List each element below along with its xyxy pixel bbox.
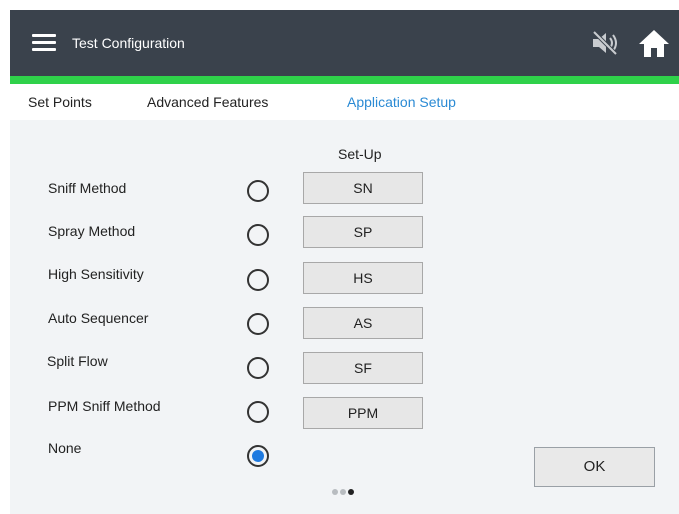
radio-spray-method[interactable] <box>247 224 269 246</box>
radio-ppm-sniff-method[interactable] <box>247 401 269 423</box>
radio-selected-dot <box>252 450 264 462</box>
page-dot <box>332 489 338 495</box>
spray-method-button[interactable]: SP <box>303 216 423 248</box>
option-label-sniff-method: Sniff Method <box>48 180 127 196</box>
high-sensitivity-button[interactable]: HS <box>303 262 423 294</box>
radio-auto-sequencer[interactable] <box>247 313 269 335</box>
page-dot <box>340 489 346 495</box>
hamburger-menu-icon[interactable] <box>32 34 56 52</box>
option-label-spray-method: Spray Method <box>48 223 136 239</box>
option-label-auto-sequencer: Auto Sequencer <box>48 310 149 326</box>
option-label-ppm-sniff-method: PPM Sniff Method <box>48 398 161 414</box>
option-label-split-flow: Split Flow <box>47 353 108 369</box>
radio-split-flow[interactable] <box>247 357 269 379</box>
option-label-none: None <box>48 440 82 456</box>
ok-button[interactable]: OK <box>534 447 655 487</box>
tab-application-setup[interactable]: Application Setup <box>347 94 456 110</box>
section-title: Set-Up <box>338 146 382 162</box>
split-flow-button[interactable]: SF <box>303 352 423 384</box>
title-bar: Test Configuration <box>10 10 679 76</box>
tab-bar: Set Points Advanced Features Application… <box>10 84 679 120</box>
speaker-muted-icon[interactable] <box>590 30 620 56</box>
radio-high-sensitivity[interactable] <box>247 269 269 291</box>
tab-advanced-features[interactable]: Advanced Features <box>147 94 268 110</box>
page-dot-current <box>348 489 354 495</box>
radio-none[interactable] <box>247 445 269 467</box>
radio-sniff-method[interactable] <box>247 180 269 202</box>
app-window: Test Configuration Set Points Advanced F… <box>10 10 679 514</box>
ppm-sniff-method-button[interactable]: PPM <box>303 397 423 429</box>
option-label-high-sensitivity: High Sensitivity <box>48 266 144 282</box>
page-title: Test Configuration <box>72 35 185 51</box>
home-icon[interactable] <box>638 28 670 58</box>
accent-bar <box>10 76 679 84</box>
sniff-method-button[interactable]: SN <box>303 172 423 204</box>
auto-sequencer-button[interactable]: AS <box>303 307 423 339</box>
tab-set-points[interactable]: Set Points <box>28 94 92 110</box>
